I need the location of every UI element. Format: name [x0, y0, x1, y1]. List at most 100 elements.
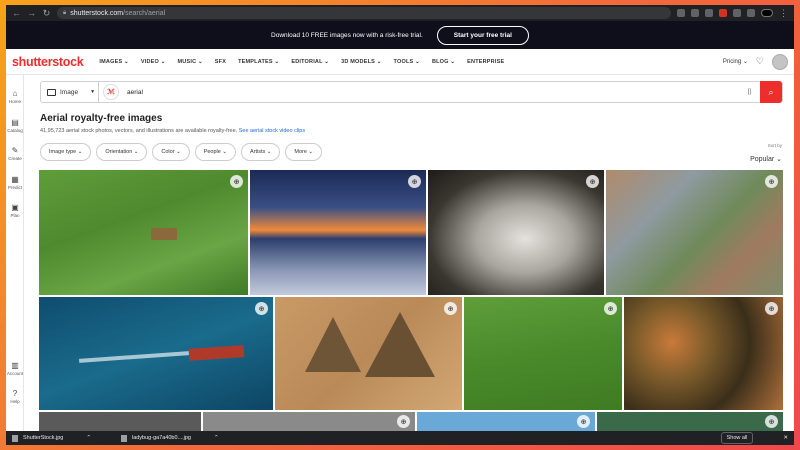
- home-icon: ⌂: [12, 89, 18, 98]
- ai-search-icon[interactable]: ℳ: [103, 84, 119, 100]
- help-icon: ?: [12, 389, 18, 398]
- lock-icon: 🔒︎: [63, 9, 67, 16]
- sidebar-item-label: Account: [6, 371, 24, 376]
- image-tractor-field[interactable]: ⊕: [39, 170, 248, 295]
- left-sidebar: ⌂ Home ▤ Catalog ✎ Create ▦ Predict ▣ Pl…: [6, 75, 24, 435]
- filter-bar: Image type ⌄ Orientation ⌄ Color ⌄ Peopl…: [40, 143, 323, 161]
- share-icon[interactable]: [677, 9, 685, 17]
- download-item[interactable]: ShutterStock.jpg ⌃: [12, 434, 91, 442]
- image-sunset-clouds[interactable]: ⊕: [250, 170, 426, 295]
- nav-video[interactable]: VIDEO ⌄: [141, 59, 166, 65]
- url-text: shutterstock.com/search/aerial: [70, 9, 166, 17]
- nav-3d-models[interactable]: 3D MODELS ⌄: [341, 59, 381, 65]
- search-button[interactable]: ⌕: [760, 81, 782, 103]
- close-icon[interactable]: ✕: [783, 435, 788, 441]
- promo-banner: Download 10 FREE images now with a risk-…: [6, 21, 794, 49]
- kebab-menu-icon[interactable]: ⋮: [779, 8, 788, 19]
- filter-people[interactable]: People ⌄: [194, 143, 236, 161]
- filter-artists[interactable]: Artists ⌄: [240, 143, 281, 161]
- image-snow-forest[interactable]: ⊕: [428, 170, 604, 295]
- sidebar-item-account[interactable]: ▥ Account: [6, 361, 24, 376]
- filter-orientation[interactable]: Orientation ⌄: [96, 143, 148, 161]
- zoom-icon[interactable]: ⊕: [604, 302, 617, 315]
- zoom-icon[interactable]: ⊕: [444, 302, 457, 315]
- browser-window: ← → ↻ 🔒︎ shutterstock.com/search/aerial …: [6, 5, 794, 445]
- zoom-icon[interactable]: ⊕: [408, 175, 421, 188]
- sidebar-item-label: Plan: [10, 213, 20, 218]
- profile-icon[interactable]: [761, 9, 773, 17]
- sidebar-item-label: Help: [10, 399, 20, 404]
- image-cargo-ship[interactable]: ⊕: [39, 297, 273, 410]
- extension-icons: ⋮: [677, 8, 788, 19]
- sidebar-item-label: Create: [8, 156, 22, 161]
- nav-blog[interactable]: BLOG ⌄: [432, 59, 455, 65]
- nav-images[interactable]: IMAGES ⌄: [99, 59, 128, 65]
- image-city-aerial[interactable]: ⊕: [606, 170, 783, 295]
- image-row3-4[interactable]: ⊕: [597, 412, 783, 432]
- nav-sfx[interactable]: SFX: [215, 59, 226, 65]
- chevron-up-icon: ⌃: [214, 435, 219, 441]
- filter-color[interactable]: Color ⌄: [152, 143, 190, 161]
- image-green-field-tractor[interactable]: ⊕: [464, 297, 622, 410]
- page-title: Aerial royalty-free images: [40, 113, 163, 124]
- image-row3-2[interactable]: ⊕: [203, 412, 415, 432]
- filter-image-type[interactable]: Image type ⌄: [40, 143, 92, 161]
- zoom-icon[interactable]: ⊕: [586, 175, 599, 188]
- chevron-down-icon: ▼: [90, 89, 96, 95]
- start-trial-button[interactable]: Start your free trial: [436, 25, 529, 45]
- zoom-icon[interactable]: ⊕: [765, 175, 778, 188]
- sidebar-item-create[interactable]: ✎ Create: [6, 146, 24, 161]
- nav-music[interactable]: MUSIC ⌄: [178, 59, 203, 65]
- promo-text: Download 10 FREE images now with a risk-…: [271, 31, 423, 39]
- chevron-up-icon: ⌃: [86, 435, 91, 441]
- image-autumn-forest[interactable]: ⊕: [624, 297, 783, 410]
- reload-icon[interactable]: ↻: [42, 8, 51, 19]
- video-clips-link[interactable]: See aerial stock video clips: [239, 128, 305, 134]
- address-bar[interactable]: 🔒︎ shutterstock.com/search/aerial: [57, 7, 671, 19]
- extension-badge-icon[interactable]: [719, 9, 727, 17]
- sidebar-item-label: Home: [8, 99, 21, 104]
- account-icon: ▥: [11, 361, 19, 370]
- nav-editorial[interactable]: EDITORIAL ⌄: [291, 59, 329, 65]
- search-input[interactable]: aerial: [127, 89, 747, 96]
- catalog-icon: ▤: [11, 118, 19, 127]
- nav-templates[interactable]: TEMPLATES ⌄: [238, 59, 279, 65]
- image-type-select[interactable]: Image ▼: [41, 82, 99, 102]
- pricing-link[interactable]: Pricing ⌄: [723, 58, 748, 65]
- downloads-bar: ShutterStock.jpg ⌃ ladybug-ga7a40b0....j…: [6, 431, 794, 445]
- zoom-icon[interactable]: ⊕: [765, 302, 778, 315]
- back-icon[interactable]: ←: [12, 8, 21, 18]
- camera-icon[interactable]: ⌷: [747, 87, 752, 97]
- image-pyramids[interactable]: ⊕: [275, 297, 462, 410]
- download-item[interactable]: ladybug-ga7a40b0....jpg ⌃: [120, 434, 219, 442]
- heart-icon[interactable]: ♡: [756, 56, 764, 67]
- nav-enterprise[interactable]: ENTERPRISE: [467, 59, 504, 65]
- sidebar-item-plan[interactable]: ▣ Plan: [6, 203, 24, 218]
- zoom-icon[interactable]: ⊕: [765, 415, 778, 428]
- sidebar-item-home[interactable]: ⌂ Home: [6, 89, 24, 104]
- extension-icon[interactable]: [705, 9, 713, 17]
- star-icon[interactable]: [691, 9, 699, 17]
- image-row3-3[interactable]: ⊕: [417, 412, 595, 432]
- image-row3-1[interactable]: [39, 412, 201, 432]
- sidebar-item-predict[interactable]: ▦ Predict: [6, 175, 24, 190]
- results-count: 41,95,723 aerial stock photos, vectors, …: [40, 128, 306, 134]
- zoom-icon[interactable]: ⊕: [230, 175, 243, 188]
- sidebar-item-help[interactable]: ? Help: [6, 389, 24, 404]
- puzzle-icon[interactable]: [733, 9, 741, 17]
- nav-menu: IMAGES ⌄ VIDEO ⌄ MUSIC ⌄ SFX TEMPLATES ⌄…: [99, 59, 504, 65]
- zoom-icon[interactable]: ⊕: [255, 302, 268, 315]
- sidepanel-icon[interactable]: [747, 9, 755, 17]
- nav-tools[interactable]: TOOLS ⌄: [394, 59, 420, 65]
- zoom-icon[interactable]: ⊕: [397, 415, 410, 428]
- zoom-icon[interactable]: ⊕: [577, 415, 590, 428]
- sort-value: Popular ⌄: [750, 156, 782, 163]
- sort-control[interactable]: Sort by Popular ⌄: [750, 143, 782, 166]
- sidebar-item-catalog[interactable]: ▤ Catalog: [6, 118, 24, 133]
- show-all-button[interactable]: Show all: [720, 432, 754, 444]
- search-bar: Image ▼ ℳ aerial ⌷ ⌕: [40, 81, 783, 103]
- forward-icon[interactable]: →: [27, 8, 36, 18]
- filter-more[interactable]: More ⌄: [285, 143, 323, 161]
- avatar[interactable]: [772, 53, 788, 70]
- logo[interactable]: shutterstock: [12, 55, 84, 69]
